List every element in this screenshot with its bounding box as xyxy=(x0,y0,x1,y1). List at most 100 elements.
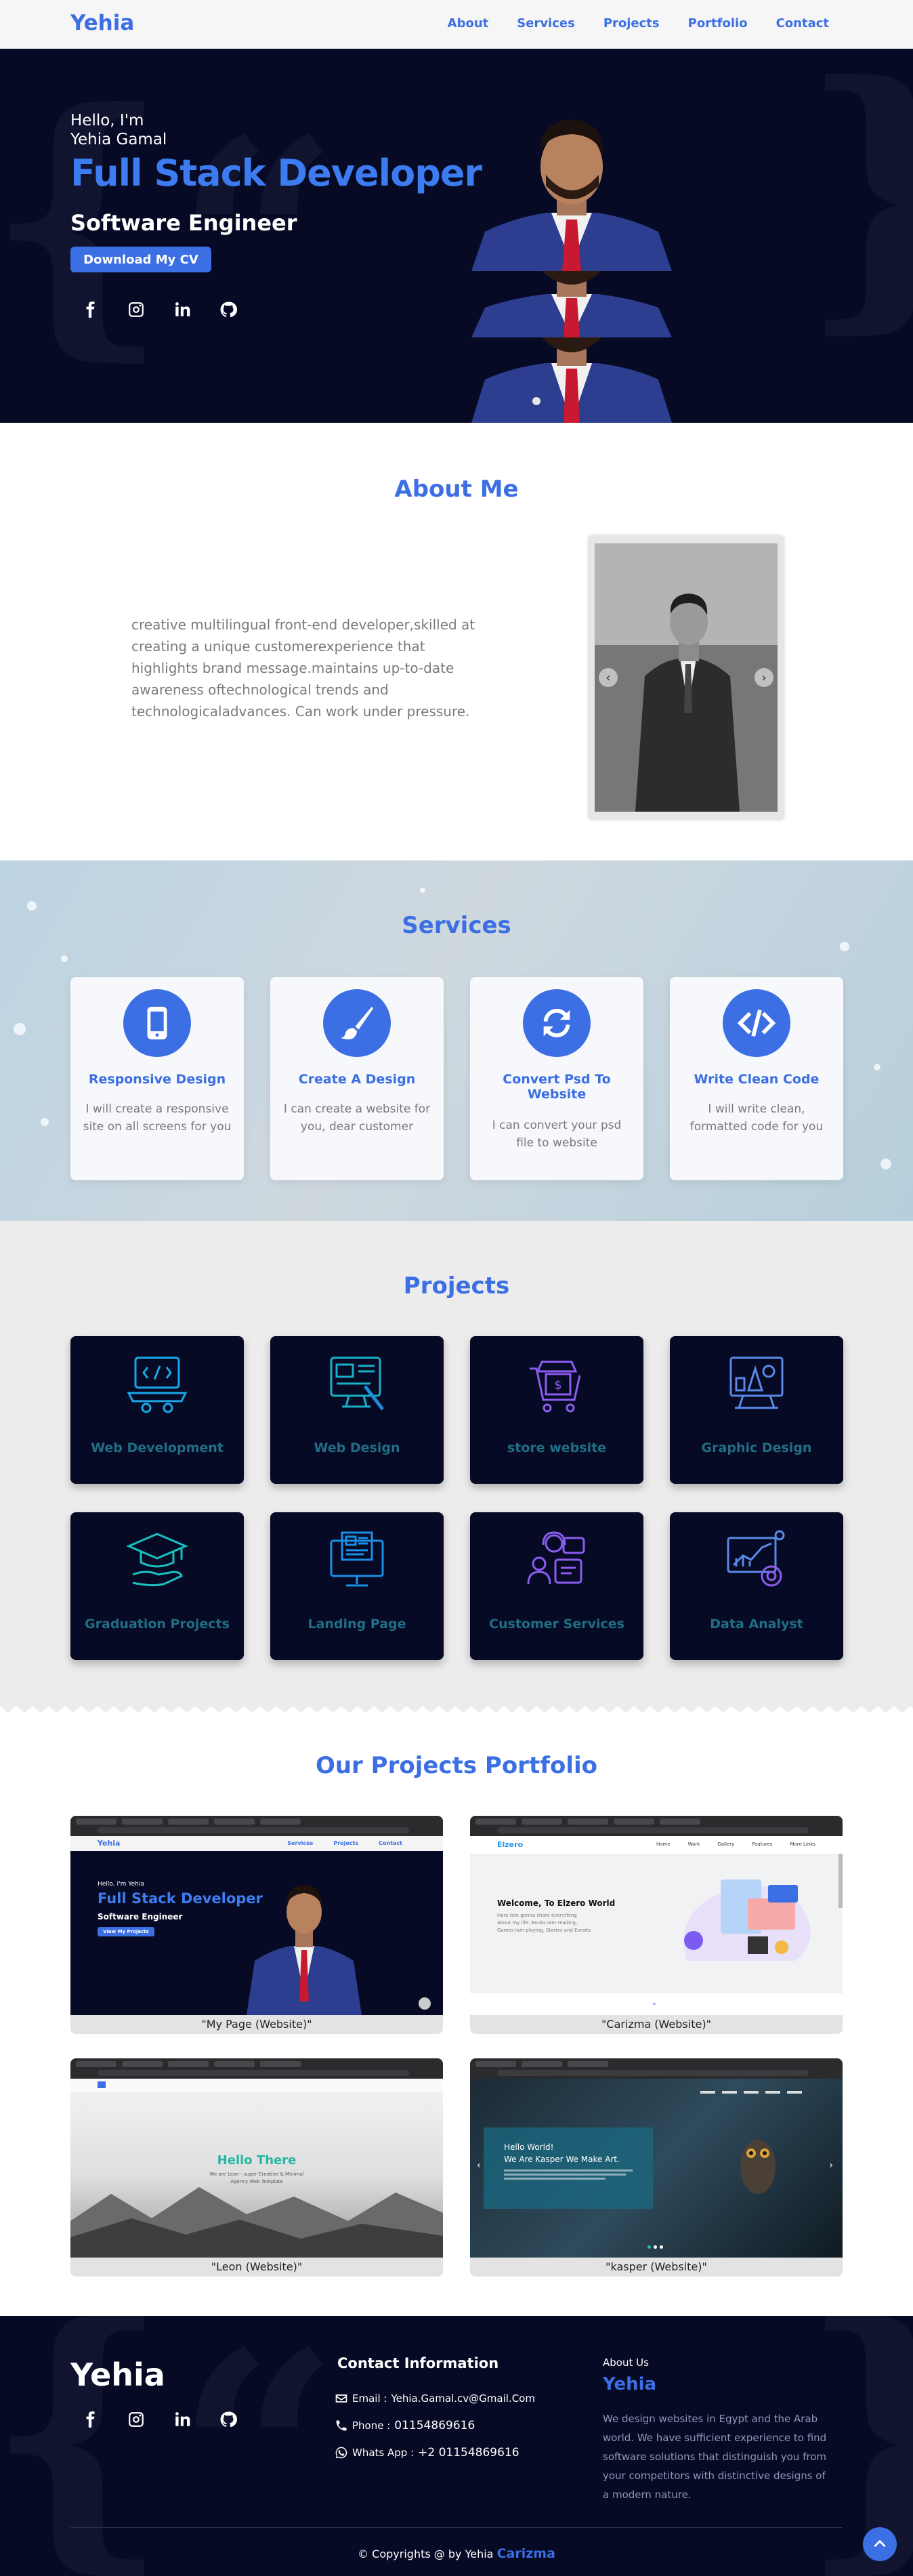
mini-hero-subtitle: Software Engineer xyxy=(98,1912,183,1921)
mini-nav-link: More Links xyxy=(790,1842,815,1847)
section-divider-zigzag xyxy=(0,1699,913,1713)
project-card-data-analyst[interactable]: Data Analyst xyxy=(670,1512,843,1660)
decorative-dot xyxy=(840,942,849,951)
email-value[interactable]: Yehia.Gamal.cv@Gmail.Com xyxy=(391,2392,535,2405)
service-title: Write Clean Code xyxy=(694,1072,820,1087)
site-logo[interactable]: Yehia xyxy=(70,11,134,35)
mini-nav-link: Services xyxy=(287,1840,314,1846)
mini-heading: Hello There xyxy=(217,2153,297,2167)
decorative-dot xyxy=(880,1159,891,1169)
mini-nav-link: Contact xyxy=(379,1840,402,1846)
mini-heading: Hello World! xyxy=(504,2142,554,2152)
projects-section: Projects Web Development Web Design $ st… xyxy=(0,1221,913,1706)
portfolio-card-carizma[interactable]: Elzero Home Work Gallery Features More L… xyxy=(470,1816,843,2034)
service-description: I will create a responsive site on all s… xyxy=(83,1102,232,1134)
instagram-icon[interactable] xyxy=(125,298,148,321)
decorative-dot xyxy=(61,955,68,962)
instagram-icon[interactable] xyxy=(125,2408,148,2431)
carousel-prev-button[interactable]: ‹ xyxy=(599,668,618,687)
decorative-quote-mark: “ xyxy=(176,2316,340,2576)
nav-link-portfolio[interactable]: Portfolio xyxy=(688,16,748,30)
decorative-dot xyxy=(41,1118,49,1126)
about-photo-carousel: ‹ › xyxy=(588,535,784,820)
scroll-to-top-button[interactable] xyxy=(863,2527,897,2561)
mini-hero-title: Full Stack Developer xyxy=(98,1890,263,1907)
hero-subtitle: Software Engineer xyxy=(70,210,297,236)
laptop-code-icon xyxy=(127,1356,188,1413)
about-photo xyxy=(595,543,778,812)
hero-title: Full Stack Developer xyxy=(70,152,482,194)
copyright-text: © Copyrights @ by Yehia xyxy=(358,2548,494,2560)
nav-link-about[interactable]: About xyxy=(448,16,489,30)
project-card-web-design[interactable]: Web Design xyxy=(270,1336,444,1484)
phone-icon xyxy=(336,2420,347,2431)
footer-logo[interactable]: Yehia xyxy=(70,2356,165,2393)
web-design-icon xyxy=(330,1356,384,1411)
mini-nav-link: Home xyxy=(656,1842,671,1847)
whatsapp-label: Whats App : xyxy=(352,2447,415,2459)
landing-page-icon xyxy=(330,1531,384,1587)
graduation-cap-icon xyxy=(126,1533,188,1587)
portfolio-caption: "Carizma (Website)" xyxy=(601,2018,711,2031)
contact-info-title: Contact Information xyxy=(337,2355,499,2371)
service-card-code: Write Clean Code I will write clean, for… xyxy=(670,977,843,1180)
mini-illustration xyxy=(683,1879,811,1961)
project-label: Web Development xyxy=(91,1440,224,1455)
svg-text:$: $ xyxy=(554,1378,561,1392)
copyright-brand[interactable]: Carizma xyxy=(497,2546,555,2561)
linkedin-icon[interactable] xyxy=(171,298,194,321)
graphic-design-icon xyxy=(729,1356,784,1409)
services-section-title: Services xyxy=(402,912,511,939)
mini-heading: Welcome, To Elzero World xyxy=(497,1898,616,1908)
github-icon[interactable] xyxy=(217,298,240,321)
portfolio-section-title: Our Projects Portfolio xyxy=(315,1752,598,1779)
download-cv-button[interactable]: Download My CV xyxy=(70,247,211,272)
project-card-web-development[interactable]: Web Development xyxy=(70,1336,244,1484)
portfolio-card-leon[interactable]: Hello There We are Leon - super Creative… xyxy=(70,2058,443,2277)
project-card-store-website[interactable]: $ store website xyxy=(470,1336,643,1484)
phone-value[interactable]: 01154869616 xyxy=(394,2419,475,2432)
project-label: Web Design xyxy=(314,1440,400,1455)
portfolio-caption: "Leon (Website)" xyxy=(211,2260,303,2273)
mini-logo: Elzero xyxy=(497,1840,524,1849)
contact-phone-row: Phone : 01154869616 xyxy=(335,2419,475,2432)
linkedin-icon[interactable] xyxy=(171,2408,194,2431)
mobile-icon xyxy=(123,989,191,1057)
decorative-quote-mark: “ xyxy=(176,78,340,412)
about-section-title: About Me xyxy=(394,476,519,503)
mini-portrait xyxy=(247,1885,362,2015)
nav-link-contact[interactable]: Contact xyxy=(776,16,829,30)
whatsapp-value[interactable]: +2 01154869616 xyxy=(418,2446,519,2459)
decorative-dot xyxy=(420,888,425,893)
mini-nav-link: Gallery xyxy=(717,1842,735,1847)
mini-hero-button: View My Projects xyxy=(98,1927,154,1936)
project-card-graphic-design[interactable]: Graphic Design xyxy=(670,1336,843,1484)
chevron-down-icon: ⌄ xyxy=(651,1997,658,2007)
facebook-icon[interactable] xyxy=(79,298,102,321)
mini-nav-link: Features xyxy=(752,1842,773,1847)
services-section: Services Responsive Design I will create… xyxy=(0,860,913,1221)
mini-hero-greeting: Hello, I'm Yehia xyxy=(98,1881,144,1888)
portfolio-screenshot: Hello There We are Leon - super Creative… xyxy=(70,2058,443,2258)
portfolio-card-kasper[interactable]: Hello World! We Are Kasper We Make Art. … xyxy=(470,2058,843,2277)
project-card-customer-services[interactable]: Customer Services xyxy=(470,1512,643,1660)
carousel-next-button[interactable]: › xyxy=(755,668,773,687)
decorative-brace-right: } xyxy=(799,49,913,333)
about-description: creative multilingual front-end develope… xyxy=(131,617,475,720)
portfolio-screenshot: Yehia Services Projects Contact Hello, I… xyxy=(70,1816,443,2015)
chevron-up-icon xyxy=(874,2539,886,2548)
browser-chrome xyxy=(470,1816,843,1836)
service-title: Convert Psd To Website xyxy=(503,1072,611,1102)
github-icon[interactable] xyxy=(217,2408,240,2431)
facebook-icon[interactable] xyxy=(79,2408,102,2431)
nav-link-projects[interactable]: Projects xyxy=(603,16,660,30)
nav-links: About Services Projects Portfolio Contac… xyxy=(448,16,829,30)
email-label: Email : xyxy=(352,2392,387,2405)
customer-service-icon xyxy=(527,1531,585,1585)
project-card-landing-page[interactable]: Landing Page xyxy=(270,1512,444,1660)
nav-link-services[interactable]: Services xyxy=(517,16,575,30)
portfolio-card-my-page[interactable]: Yehia Services Projects Contact Hello, I… xyxy=(70,1816,443,2034)
project-card-graduation[interactable]: Graduation Projects xyxy=(70,1512,244,1660)
mini-logo: Yehia xyxy=(98,1839,121,1848)
footer-divider xyxy=(70,2527,843,2528)
